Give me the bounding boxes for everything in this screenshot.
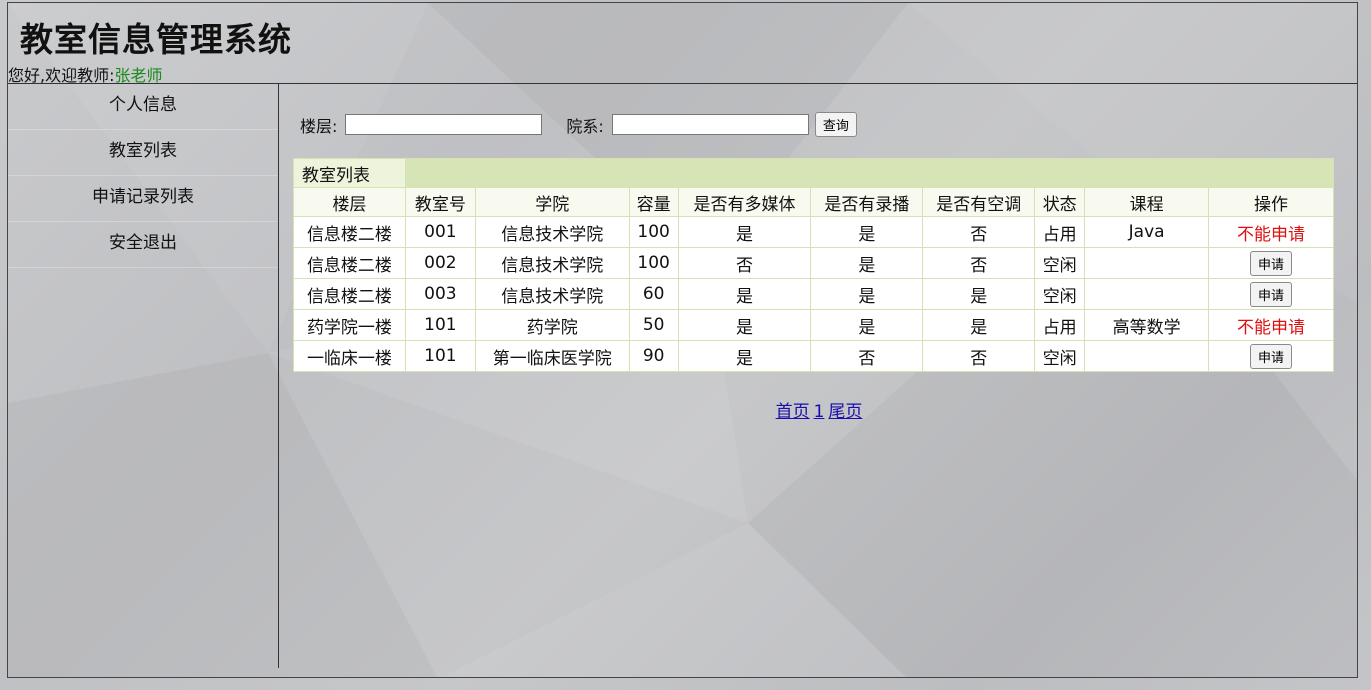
aircon-cell: 否 [922,340,1036,372]
cannot-apply-text: 不能申请 [1237,317,1306,338]
greeting: 您好,欢迎教师:张老师 [8,62,163,86]
aircon-cell: 是 [922,278,1036,310]
college-cell: 药学院 [474,309,630,341]
column-header: 楼层 [293,187,406,217]
dept-input[interactable] [611,114,809,135]
capacity-cell: 60 [628,278,679,310]
aircon-cell: 是 [922,309,1036,341]
pagination: 首页 1 尾页 [280,397,1357,422]
greeting-text: 您好,欢迎教师: [8,66,115,85]
aircon-cell: 否 [922,216,1036,248]
table-caption: 教室列表 [293,158,406,188]
room-cell: 101 [404,340,476,372]
floor-cell: 一临床一楼 [293,340,406,372]
course-cell: 高等数学 [1084,309,1210,341]
column-header: 容量 [628,187,679,217]
column-header: 课程 [1084,187,1210,217]
status-cell: 空闲 [1034,340,1086,372]
table-caption-row: 教室列表 [293,158,1335,188]
course-cell [1084,247,1210,279]
capacity-cell: 100 [628,247,679,279]
table-caption-fill [404,158,1335,188]
sidebar: 个人信息 教室列表 申请记录列表 安全退出 [8,84,279,668]
classroom-table-wrap: 教室列表 楼层 教室号 学院 容量 是否有多媒体 是否有录播 是否有空调 状态 课程 操作 信息楼… [293,158,1335,372]
column-header: 是否有多媒体 [677,187,812,217]
course-cell [1084,278,1210,310]
multimedia-cell: 是 [677,278,812,310]
college-cell: 信息技术学院 [474,216,630,248]
action-cell: 申请 [1208,278,1334,310]
column-header: 操作 [1208,187,1334,217]
action-cell: 申请 [1208,340,1334,372]
status-cell: 占用 [1034,216,1086,248]
recording-cell: 是 [810,309,924,341]
floor-cell: 信息楼二楼 [293,216,406,248]
recording-cell: 是 [810,278,924,310]
apply-button[interactable]: 申请 [1250,343,1293,369]
room-cell: 002 [404,247,476,279]
floor-label: 楼层: [300,116,338,136]
capacity-cell: 90 [628,340,679,372]
pager-last-link[interactable]: 尾页 [828,402,862,422]
recording-cell: 否 [810,340,924,372]
floor-input[interactable] [345,114,543,135]
action-cell: 不能申请 [1208,216,1334,248]
table-header-row: 楼层 教室号 学院 容量 是否有多媒体 是否有录播 是否有空调 状态 课程 操作 [293,187,1334,217]
main-content: 楼层: 院系: 查询 教室列表 楼层 教室号 学院 容量 是否有多媒体 是否有录播 是否有 [280,84,1357,677]
query-button[interactable]: 查询 [814,112,857,137]
sidebar-item-profile[interactable]: 个人信息 [8,84,278,130]
pager-first-link[interactable]: 首页 [776,402,810,422]
multimedia-cell: 是 [677,340,812,372]
apply-button[interactable]: 申请 [1250,250,1293,276]
column-header: 是否有录播 [810,187,924,217]
dept-label: 院系: [566,116,604,136]
capacity-cell: 50 [628,309,679,341]
app-frame: 教室信息管理系统 您好,欢迎教师:张老师 个人信息 教室列表 申请记录列表 安全… [7,2,1358,678]
column-header: 状态 [1034,187,1086,217]
header: 教室信息管理系统 您好,欢迎教师:张老师 [8,3,1357,86]
college-cell: 信息技术学院 [474,278,630,310]
sidebar-item-classroom-list[interactable]: 教室列表 [8,130,278,176]
column-header: 学院 [474,187,630,217]
college-cell: 信息技术学院 [474,247,630,279]
search-bar: 楼层: 院系: 查询 [300,112,857,137]
apply-button[interactable]: 申请 [1250,281,1293,307]
table-row: 信息楼二楼 003 信息技术学院 60 是是是空闲 申请 [293,278,1334,310]
classroom-table: 教室列表 楼层 教室号 学院 容量 是否有多媒体 是否有录播 是否有空调 状态 课程 操作 信息楼… [293,158,1335,372]
status-cell: 占用 [1034,309,1086,341]
course-cell: Java [1084,216,1210,248]
column-header: 是否有空调 [922,187,1036,217]
aircon-cell: 否 [922,247,1036,279]
college-cell: 第一临床医学院 [474,340,630,372]
room-cell: 003 [404,278,476,310]
floor-cell: 信息楼二楼 [293,278,406,310]
sidebar-item-application-records[interactable]: 申请记录列表 [8,176,278,222]
table-row: 一临床一楼 101 第一临床医学院 90 是否否空闲 申请 [293,340,1334,372]
room-cell: 101 [404,309,476,341]
multimedia-cell: 否 [677,247,812,279]
pager-page-link[interactable]: 1 [814,402,825,422]
capacity-cell: 100 [628,216,679,248]
table-row: 药学院一楼 101 药学院 50 是是是占用 高等数学 不能申请 [293,309,1334,341]
table-row: 信息楼二楼 001 信息技术学院 100 是是否占用 Java 不能申请 [293,216,1334,248]
sidebar-item-logout[interactable]: 安全退出 [8,222,278,268]
action-cell: 申请 [1208,247,1334,279]
table-row: 信息楼二楼 002 信息技术学院 100 否是否空闲 申请 [293,247,1334,279]
recording-cell: 是 [810,216,924,248]
status-cell: 空闲 [1034,278,1086,310]
cannot-apply-text: 不能申请 [1237,224,1306,245]
action-cell: 不能申请 [1208,309,1334,341]
floor-cell: 信息楼二楼 [293,247,406,279]
app-title: 教室信息管理系统 [20,20,292,59]
status-cell: 空闲 [1034,247,1086,279]
column-header: 教室号 [404,187,476,217]
room-cell: 001 [404,216,476,248]
floor-cell: 药学院一楼 [293,309,406,341]
teacher-name: 张老师 [114,66,163,85]
recording-cell: 是 [810,247,924,279]
course-cell [1084,340,1210,372]
multimedia-cell: 是 [677,216,812,248]
multimedia-cell: 是 [677,309,812,341]
